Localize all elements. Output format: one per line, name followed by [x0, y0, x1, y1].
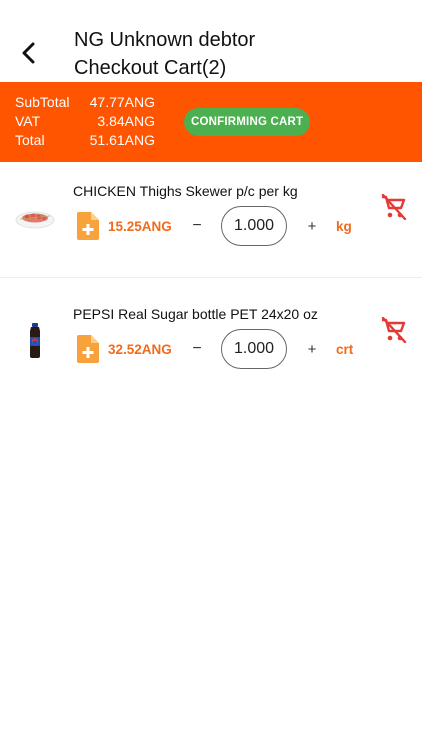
document-add-icon[interactable] — [77, 212, 99, 240]
chicken-skewer-image — [15, 211, 55, 229]
cart-item: PEPSI Real Sugar bottle PET 24x20 oz 32.… — [0, 286, 422, 401]
debtor-name: NG Unknown debtor — [74, 29, 256, 51]
subtotal-row: SubTotal 47.77ANG — [15, 94, 155, 113]
unit-label: kg — [336, 219, 352, 234]
cart-item: CHICKEN Thighs Skewer p/c per kg 15.25AN… — [0, 163, 422, 278]
increase-quantity-button[interactable]: + — [303, 337, 321, 361]
total-row: Total 51.61ANG — [15, 132, 155, 151]
vat-label: VAT — [15, 113, 41, 129]
quantity-input[interactable]: 1.000 — [221, 206, 287, 246]
document-add-icon[interactable] — [77, 335, 99, 363]
app-header: NG Unknown debtor Checkout Cart(2) — [0, 0, 422, 82]
total-label: Total — [15, 132, 45, 148]
product-name: PEPSI Real Sugar bottle PET 24x20 oz — [73, 306, 318, 322]
decrease-quantity-button[interactable]: − — [188, 337, 206, 361]
decrease-quantity-button[interactable]: − — [188, 214, 206, 238]
subtotal-value: 47.77ANG — [89, 94, 155, 110]
remove-shopping-cart-icon[interactable] — [380, 194, 408, 220]
remove-shopping-cart-icon[interactable] — [380, 317, 408, 343]
increase-quantity-button[interactable]: + — [303, 214, 321, 238]
total-value: 51.61ANG — [89, 132, 155, 148]
product-price: 15.25ANG — [108, 219, 172, 234]
page-title: NG Unknown debtor Checkout Cart(2) — [74, 26, 255, 82]
arrow-left-icon — [22, 42, 35, 64]
back-button[interactable] — [14, 36, 44, 70]
unit-label: crt — [336, 342, 354, 357]
product-name: CHICKEN Thighs Skewer p/c per kg — [73, 183, 298, 199]
product-price: 32.52ANG — [108, 342, 172, 357]
quantity-input[interactable]: 1.000 — [221, 329, 287, 369]
confirm-cart-button[interactable]: CONFIRMING CART — [184, 108, 311, 136]
cart-title: Checkout Cart(2) — [74, 57, 227, 79]
totals-summary: SubTotal 47.77ANG VAT 3.84ANG Total 51.6… — [15, 94, 155, 151]
vat-value: 3.84ANG — [97, 113, 155, 129]
pepsi-bottle-image — [30, 323, 40, 358]
subtotal-label: SubTotal — [15, 94, 70, 110]
vat-row: VAT 3.84ANG — [15, 113, 155, 132]
